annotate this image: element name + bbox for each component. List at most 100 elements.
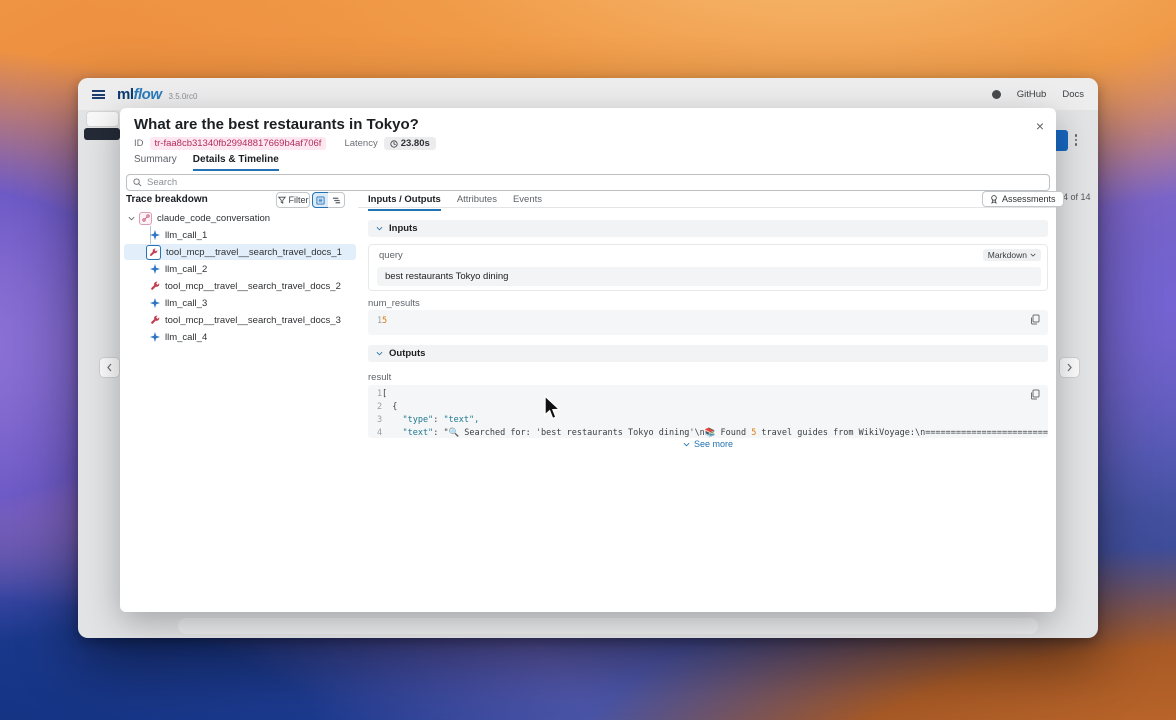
chevron-down-icon — [376, 226, 383, 231]
mouse-cursor — [541, 395, 563, 421]
span-label: llm_call_1 — [165, 230, 207, 241]
llm-icon — [150, 230, 160, 240]
inputs-section-label: Inputs — [389, 223, 418, 234]
latency-label: Latency — [344, 138, 377, 149]
query-field-card: query Markdown best restaurants Tokyo di… — [368, 244, 1048, 291]
chevron-right-icon — [1066, 363, 1073, 372]
desktop: mlflow 3.5.0rc0 GitHub Docs Home Experim… — [0, 0, 1176, 720]
query-value-text: best restaurants Tokyo dining — [385, 271, 508, 282]
span-label: llm_call_3 — [165, 298, 207, 309]
assessments-label: Assessments — [1002, 194, 1056, 204]
tree-row-llm-call-1[interactable]: llm_call_1 — [124, 227, 356, 243]
tree-row-llm-call-2[interactable]: llm_call_2 — [124, 261, 356, 277]
github-link[interactable]: GitHub — [1017, 89, 1047, 100]
line-number: 2 — [368, 401, 382, 414]
chevron-down-icon — [1030, 253, 1036, 257]
tab-details-timeline[interactable]: Details & Timeline — [193, 154, 279, 171]
llm-icon — [150, 298, 160, 308]
code-text: { — [382, 401, 397, 414]
timeline-view-toggle[interactable] — [328, 192, 345, 208]
assessments-icon — [990, 195, 998, 204]
span-label: llm_call_2 — [165, 264, 207, 275]
line-number: 1 — [368, 388, 382, 401]
version-label: 3.5.0rc0 — [169, 92, 198, 101]
tool-icon — [150, 281, 160, 291]
code-string: "text", — [443, 414, 479, 427]
app-footer-strip — [178, 618, 1038, 634]
app-banner-fragment — [84, 128, 120, 140]
num-results-label: num_results — [368, 298, 420, 309]
span-label: tool_mcp__travel__search_travel_docs_2 — [165, 281, 341, 292]
tree-view-toggle[interactable] — [312, 192, 329, 208]
tree-row-tool-2[interactable]: tool_mcp__travel__search_travel_docs_2 — [124, 278, 356, 294]
tree-row-conversation[interactable]: claude_code_conversation — [124, 210, 356, 226]
search-icon — [133, 178, 142, 187]
trace-detail-modal: What are the best restaurants in Tokyo? … — [120, 108, 1056, 612]
app-search-fragment — [86, 111, 119, 127]
tab-attributes[interactable]: Attributes — [457, 194, 497, 211]
kebab-menu-icon[interactable] — [1072, 132, 1080, 148]
mlflow-logo-flow[interactable]: flow — [134, 86, 162, 103]
copy-button[interactable] — [1030, 389, 1040, 403]
inputs-section-header[interactable]: Inputs — [368, 220, 1048, 237]
span-label: llm_call_4 — [165, 332, 207, 343]
theme-toggle-icon[interactable] — [992, 90, 1001, 99]
span-detail-tabs: Inputs / Outputs Attributes Events — [368, 194, 542, 211]
markdown-dropdown[interactable]: Markdown — [983, 249, 1041, 261]
tab-events[interactable]: Events — [513, 194, 542, 211]
latency-value: 23.80s — [401, 138, 430, 149]
docs-link[interactable]: Docs — [1062, 89, 1084, 100]
outputs-section-header[interactable]: Outputs — [368, 345, 1048, 362]
chevron-down-icon — [376, 351, 383, 356]
chevron-down-icon — [683, 442, 690, 447]
app-top-bar: mlflow 3.5.0rc0 GitHub Docs — [78, 78, 1098, 110]
assessments-button[interactable]: Assessments — [982, 191, 1064, 207]
agent-icon — [139, 212, 152, 225]
tool-icon — [146, 245, 161, 260]
result-label: result — [368, 372, 391, 383]
close-icon[interactable]: × — [1030, 116, 1050, 136]
modal-title: What are the best restaurants in Tokyo? — [134, 116, 419, 133]
search-placeholder: Search — [147, 177, 177, 188]
next-trace-button[interactable] — [1059, 357, 1080, 378]
trace-breakdown-header: Trace breakdown — [126, 194, 208, 205]
tree-row-llm-call-4[interactable]: llm_call_4 — [124, 329, 356, 345]
tree-row-tool-3[interactable]: tool_mcp__travel__search_travel_docs_3 — [124, 312, 356, 328]
num-results-code-block: 15 — [368, 310, 1048, 335]
span-label: tool_mcp__travel__search_travel_docs_3 — [165, 315, 341, 326]
previous-trace-button[interactable] — [99, 357, 120, 378]
filter-button[interactable]: Filter — [276, 192, 310, 208]
tree-view-icon — [316, 196, 325, 205]
line-number: 3 — [368, 414, 382, 427]
clock-icon — [390, 140, 398, 148]
line-number: 1 — [368, 315, 382, 328]
tool-icon — [150, 315, 160, 325]
llm-icon — [150, 264, 160, 274]
copy-button[interactable] — [1030, 314, 1040, 328]
trace-id-chip[interactable]: tr-faa8cb31340fb29948817669b4af706f — [150, 137, 327, 150]
query-value: best restaurants Tokyo dining — [377, 267, 1041, 286]
tree-row-tool-1[interactable]: tool_mcp__travel__search_travel_docs_1 — [124, 244, 356, 260]
tab-inputs-outputs[interactable]: Inputs / Outputs — [368, 194, 441, 211]
filter-funnel-icon — [278, 196, 286, 204]
mlflow-logo[interactable]: ml — [117, 86, 134, 103]
markdown-label: Markdown — [988, 250, 1027, 260]
query-label: query — [379, 250, 403, 261]
trace-meta-row: ID tr-faa8cb31340fb29948817669b4af706f L… — [134, 137, 436, 150]
id-label: ID — [134, 138, 144, 149]
num-results-value: 5 — [382, 315, 387, 328]
chevron-left-icon — [106, 363, 113, 372]
trace-search-input[interactable]: Search — [126, 174, 1050, 191]
code-text: : — [433, 414, 443, 427]
see-more-label: See more — [694, 439, 733, 449]
filter-label: Filter — [289, 195, 309, 205]
result-code-block: 1[ 2 { 3 "type": "text", 4 "text": "🔍 Se… — [368, 385, 1048, 438]
see-more-link[interactable]: See more — [368, 439, 1048, 449]
code-key: "type" — [382, 414, 433, 427]
menu-icon[interactable] — [92, 90, 105, 99]
span-label: tool_mcp__travel__search_travel_docs_1 — [166, 247, 342, 258]
tab-summary[interactable]: Summary — [134, 154, 177, 171]
tree-row-llm-call-3[interactable]: llm_call_3 — [124, 295, 356, 311]
gantt-view-icon — [332, 196, 341, 205]
llm-icon — [150, 332, 160, 342]
